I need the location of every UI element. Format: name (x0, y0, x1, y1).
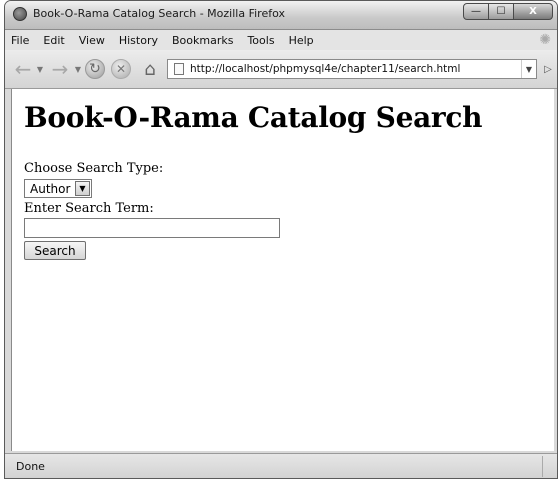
chevron-down-icon: ▼ (36, 64, 44, 74)
search-type-value: Author (30, 181, 71, 196)
home-icon: ⌂ (144, 58, 156, 80)
search-term-input[interactable] (24, 218, 280, 238)
go-button[interactable]: ▷ (540, 59, 556, 79)
status-text: Done (16, 460, 45, 473)
url-history-dropdown[interactable]: ▼ (521, 60, 536, 78)
address-bar[interactable]: http://localhost/phpmysql4e/chapter11/se… (167, 59, 537, 79)
back-button[interactable]: ← (9, 57, 37, 81)
back-arrow-icon: ← (14, 57, 32, 81)
home-button[interactable]: ⌂ (139, 58, 161, 80)
menu-tools[interactable]: Tools (240, 34, 281, 47)
throbber-icon: ✺ (539, 32, 551, 48)
browser-window: Book-O-Rama Catalog Search - Mozilla Fir… (4, 0, 558, 479)
maximize-button[interactable]: ☐ (488, 3, 514, 20)
search-type-label: Choose Search Type: (24, 161, 164, 176)
forward-arrow-icon: → (51, 57, 69, 81)
window-controls: — ☐ X (463, 3, 553, 21)
menu-bookmarks[interactable]: Bookmarks (165, 34, 240, 47)
chevron-down-icon: ▼ (74, 64, 82, 74)
menu-edit[interactable]: Edit (36, 34, 71, 47)
window-title: Book-O-Rama Catalog Search - Mozilla Fir… (33, 7, 285, 20)
navigation-toolbar: ← ▼ → ▼ ↻ ✕ ⌂ http://localhost/phpmysql4… (5, 50, 557, 89)
stop-button[interactable]: ✕ (111, 59, 131, 79)
stop-icon: ✕ (115, 62, 127, 76)
search-type-select[interactable]: Author ▼ (24, 179, 92, 198)
menu-history[interactable]: History (112, 34, 165, 47)
chevron-down-icon: ▼ (525, 64, 533, 74)
title-bar: Book-O-Rama Catalog Search - Mozilla Fir… (5, 1, 557, 30)
firefox-icon (13, 7, 27, 21)
menu-help[interactable]: Help (282, 34, 321, 47)
reload-icon: ↻ (89, 61, 101, 77)
menu-view[interactable]: View (72, 34, 112, 47)
reload-button[interactable]: ↻ (85, 59, 105, 79)
go-arrow-icon: ▷ (544, 63, 552, 75)
minimize-button[interactable]: — (463, 3, 489, 20)
page-content: Book-O-Rama Catalog Search Choose Search… (11, 89, 554, 451)
forward-button[interactable]: → (47, 57, 73, 81)
status-bar: Done (5, 453, 557, 478)
resize-grip[interactable] (542, 456, 557, 477)
back-history-dropdown[interactable]: ▼ (35, 57, 45, 81)
page-icon (174, 63, 184, 75)
url-text[interactable]: http://localhost/phpmysql4e/chapter11/se… (190, 63, 521, 75)
chevron-down-icon[interactable]: ▼ (75, 181, 90, 196)
search-term-label: Enter Search Term: (24, 201, 154, 216)
forward-history-dropdown[interactable]: ▼ (73, 57, 83, 81)
page-title: Book-O-Rama Catalog Search (24, 101, 483, 134)
menu-file[interactable]: File (5, 34, 36, 47)
close-button[interactable]: X (513, 3, 553, 20)
search-button[interactable]: Search (24, 241, 86, 260)
menu-bar: File Edit View History Bookmarks Tools H… (5, 30, 557, 50)
